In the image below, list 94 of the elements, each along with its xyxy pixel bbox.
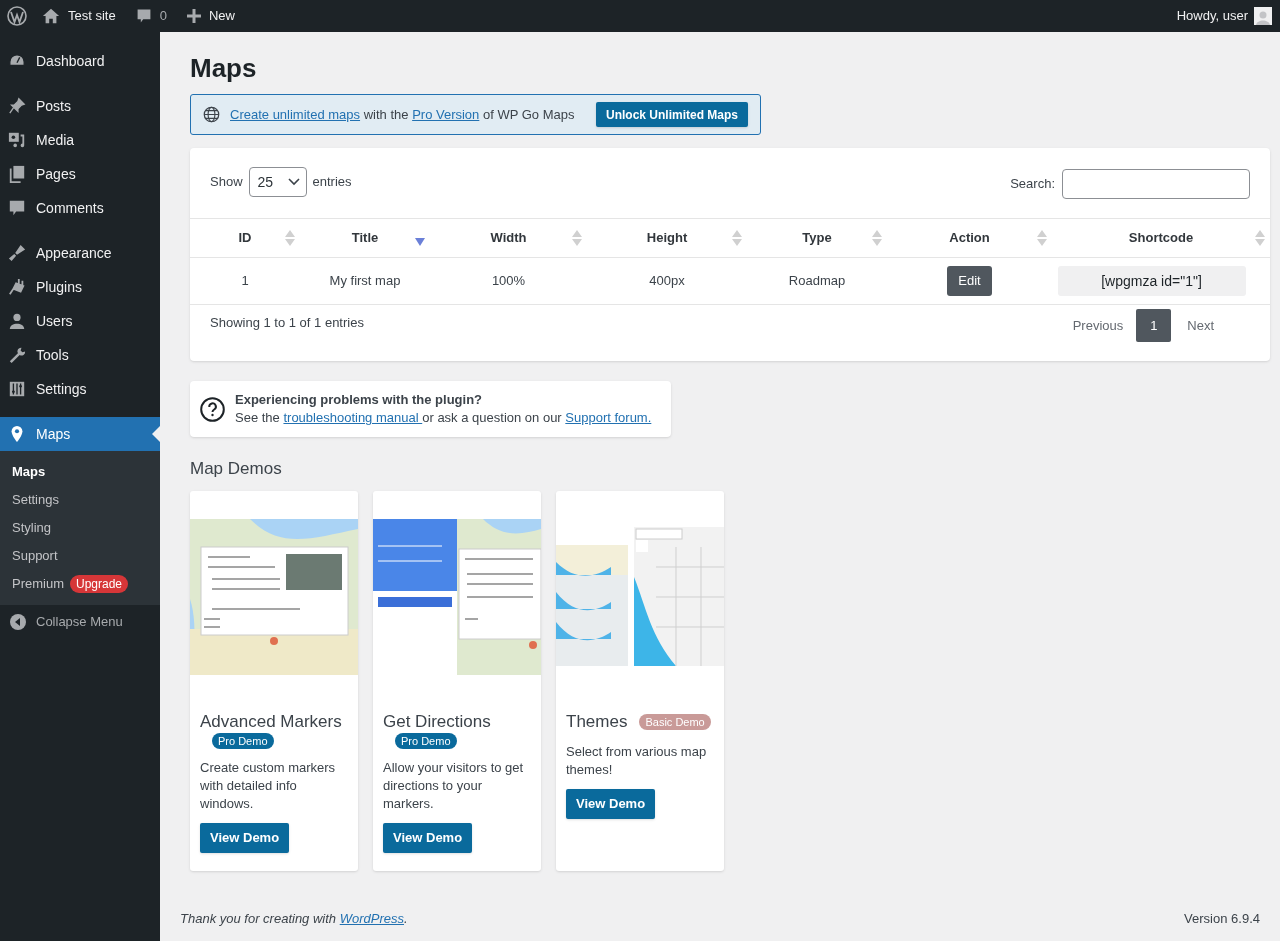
wrench-icon xyxy=(8,346,26,364)
sidebar-menu-item[interactable]: Appearance xyxy=(0,236,160,270)
column-header[interactable]: Title xyxy=(300,218,430,258)
sidebar-menu-item[interactable]: Settings xyxy=(0,372,160,406)
search-field[interactable] xyxy=(1062,168,1250,199)
demo-description: Allow your visitors to get directions to your markers. xyxy=(383,758,525,813)
section-heading: Map Demos xyxy=(190,458,283,480)
column-header[interactable]: ID xyxy=(190,218,300,258)
previous-page-link[interactable]: Previous xyxy=(1059,309,1137,342)
submenu-item[interactable]: Support xyxy=(0,542,160,570)
speech-bubble-icon xyxy=(135,8,152,24)
column-header[interactable]: Action xyxy=(887,218,1052,258)
submenu-item[interactable]: Settings xyxy=(0,486,160,514)
sidebar-menu-item[interactable]: Users xyxy=(0,304,160,338)
sort-arrows-icon xyxy=(572,230,582,246)
pro-version-link[interactable]: Pro Version xyxy=(412,106,480,122)
shortcode-field[interactable]: [wpgmza id="1"] xyxy=(1057,266,1246,296)
collapse-menu-button[interactable]: Collapse Menu xyxy=(0,605,160,639)
next-page-link[interactable]: Next xyxy=(1171,309,1230,342)
demo-badge: Basic Demo xyxy=(639,713,711,730)
sliders-icon xyxy=(8,380,26,398)
notice-text: Create unlimited maps with the Pro Version of WP Go Maps xyxy=(230,105,575,124)
current-arrow-icon xyxy=(152,426,160,442)
table-cell: My first map xyxy=(300,257,430,305)
help-text: See the troubleshooting manual or ask a question on our Support forum. xyxy=(235,409,652,427)
paintbrush-icon xyxy=(8,244,26,262)
plus-icon xyxy=(186,9,201,23)
demo-title: Advanced Markers xyxy=(200,710,342,733)
troubleshooting-manual-link[interactable]: troubleshooting manual xyxy=(283,410,423,425)
entries-label: entries xyxy=(312,173,352,192)
media-icon xyxy=(8,131,26,149)
column-header[interactable]: Type xyxy=(747,218,887,258)
sort-descending-icon xyxy=(415,238,425,246)
search-label: Search: xyxy=(1010,174,1055,193)
sidebar-menu-item[interactable]: Dashboard xyxy=(0,44,160,78)
entries-info: Showing 1 to 1 of 1 entries xyxy=(210,313,364,332)
pages-icon xyxy=(8,165,26,183)
demo-title: Themes xyxy=(566,710,628,733)
pushpin-icon xyxy=(8,97,26,115)
home-icon xyxy=(42,7,60,25)
page-title: Maps xyxy=(190,52,258,84)
globe-icon xyxy=(203,106,220,123)
column-header[interactable]: Width xyxy=(430,218,587,258)
sort-arrows-icon xyxy=(732,230,742,246)
user-icon xyxy=(8,312,26,330)
submenu-item[interactable]: Premium Upgrade xyxy=(0,570,160,598)
view-demo-button[interactable]: View Demo xyxy=(566,788,656,819)
column-header[interactable]: Shortcode xyxy=(1052,218,1270,258)
sidebar-menu-item[interactable]: Media xyxy=(0,123,160,157)
plug-icon xyxy=(8,278,26,296)
view-demo-button[interactable]: View Demo xyxy=(200,822,290,853)
footer-text: Thank you for creating with WordPress. xyxy=(180,909,408,928)
chevron-down-icon xyxy=(287,178,300,186)
edit-button[interactable]: Edit xyxy=(947,266,992,296)
table-cell: Roadmap xyxy=(747,257,887,305)
wordpress-logo-icon xyxy=(7,6,27,26)
upgrade-badge: Upgrade xyxy=(70,575,129,593)
help-title: Experiencing problems with the plugin? xyxy=(235,391,484,409)
demo-badge: Pro Demo xyxy=(212,732,274,749)
submenu-item[interactable]: Maps xyxy=(0,458,160,486)
sidebar-menu-item[interactable]: Pages xyxy=(0,157,160,191)
table-cell: 400px xyxy=(587,257,747,305)
new-content-link[interactable]: New xyxy=(178,0,243,32)
page-number-button[interactable]: 1 xyxy=(1136,309,1172,342)
sort-arrows-icon xyxy=(1255,230,1265,246)
comments-link[interactable]: 0 xyxy=(127,0,175,32)
demo-description: Create custom markers with detailed info windows. xyxy=(200,758,337,813)
table-cell: 1 xyxy=(190,257,300,305)
support-forum-link[interactable]: Support forum. xyxy=(565,410,652,425)
sort-arrows-icon xyxy=(872,230,882,246)
account-link[interactable]: Howdy, user xyxy=(1176,0,1280,32)
demo-title: Get Directions xyxy=(383,710,491,733)
demo-description: Select from various map themes! xyxy=(566,742,708,779)
submenu-item[interactable]: Styling xyxy=(0,514,160,542)
table-cell: 100% xyxy=(430,257,587,305)
question-mark-icon xyxy=(200,396,225,422)
view-demo-button[interactable]: View Demo xyxy=(383,822,473,853)
sidebar-menu-item[interactable]: Maps xyxy=(0,417,160,451)
speech-bubble-icon xyxy=(8,199,26,217)
demo-badge: Pro Demo xyxy=(395,732,457,749)
sort-arrows-icon xyxy=(1037,230,1047,246)
sidebar-menu-item[interactable]: Comments xyxy=(0,191,160,225)
page-size-select[interactable]: 25 xyxy=(248,167,307,197)
sort-arrows-icon xyxy=(285,230,295,246)
create-unlimited-maps-link[interactable]: Create unlimited maps xyxy=(230,106,361,122)
column-header[interactable]: Height xyxy=(587,218,747,258)
sidebar-menu-item[interactable]: Plugins xyxy=(0,270,160,304)
unlock-unlimited-maps-button[interactable]: Unlock Unlimited Maps xyxy=(595,102,748,127)
version-text: Version 6.9.4 xyxy=(1184,909,1260,928)
sidebar-menu-item[interactable]: Posts xyxy=(0,89,160,123)
wordpress-link[interactable]: WordPress xyxy=(339,910,404,926)
show-label: Show xyxy=(210,173,243,192)
sidebar-menu-item[interactable]: Tools xyxy=(0,338,160,372)
site-name-link[interactable]: Test site xyxy=(34,0,124,32)
